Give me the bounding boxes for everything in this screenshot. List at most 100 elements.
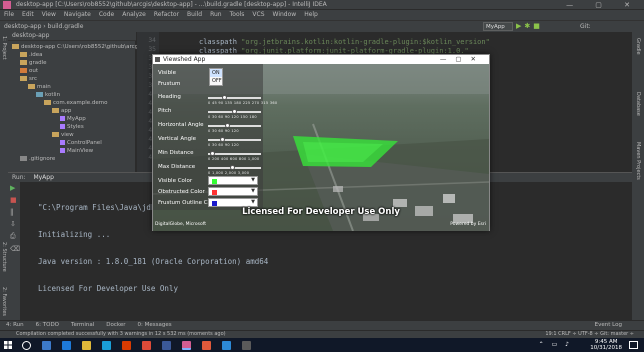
chevron-down-icon: ▼	[251, 199, 255, 205]
menu-help[interactable]: Help	[300, 10, 322, 19]
ide-title-bar: desktop-app [C:\Users\rob8552\github\arc…	[0, 0, 644, 10]
viewshed-app-window[interactable]: Viewshed App —▢✕ Visible Frustum Heading…	[152, 54, 490, 231]
menu-view[interactable]: View	[38, 10, 60, 19]
java-icon[interactable]	[242, 341, 251, 350]
menu-file[interactable]: File	[0, 10, 18, 19]
tab-messages[interactable]: 0: Messages	[132, 321, 178, 329]
obstructed-color-picker[interactable]: ▼	[208, 187, 258, 196]
notifications-icon[interactable]	[629, 341, 638, 349]
menu-edit[interactable]: Edit	[18, 10, 38, 19]
slider-knob[interactable]	[221, 95, 227, 100]
folder-icon	[20, 68, 27, 73]
console-line: Initializing ...	[38, 230, 111, 239]
stop-icon[interactable]: ■	[8, 194, 20, 206]
app-icon[interactable]	[162, 341, 171, 350]
package-icon	[52, 132, 59, 137]
run-toolbar: ▶ ■ ‖ ⇩ ⎙ ⌫	[8, 182, 20, 321]
min-distance-ticks: 0 200 400 600 800 1,000	[208, 157, 260, 161]
run-configuration-select[interactable]: MyApp	[483, 22, 513, 31]
menu-analyze[interactable]: Analyze	[118, 10, 150, 19]
menu-tools[interactable]: Tools	[226, 10, 249, 19]
pitch-slider[interactable]	[208, 109, 261, 114]
app-icon[interactable]	[202, 341, 211, 350]
menu-vcs[interactable]: VCS	[248, 10, 268, 19]
store-icon[interactable]	[102, 341, 111, 350]
windows-start-icon[interactable]	[4, 341, 12, 349]
heading-slider[interactable]	[208, 95, 261, 100]
run-tab-myapp[interactable]: MyApp	[33, 174, 53, 181]
database-tool-tab[interactable]: Database	[635, 92, 641, 116]
console-line: Licensed For Developer Use Only	[38, 284, 178, 293]
control-panel: Visible Frustum Heading 0 45 90 135 180 …	[153, 64, 277, 210]
max-distance-slider[interactable]	[208, 165, 261, 170]
chrome-icon[interactable]	[142, 341, 151, 350]
search-icon[interactable]	[22, 341, 31, 350]
system-tray[interactable]: ⌃ ▭ ♪	[539, 341, 572, 348]
color-swatch	[212, 190, 217, 195]
intellij-taskbar-icon[interactable]	[182, 341, 191, 350]
app-icon[interactable]	[222, 341, 231, 350]
max-distance-ticks: 0 1,000 2,000 3,000	[208, 171, 250, 175]
maven-tool-tab[interactable]: Maven Projects	[635, 142, 641, 180]
dropdown-option-off[interactable]: OFF	[210, 77, 222, 85]
folder-icon	[36, 92, 43, 97]
scene-view[interactable]: Visible Frustum Heading 0 45 90 135 180 …	[153, 64, 489, 231]
event-log-tab[interactable]: Event Log	[589, 321, 628, 329]
horizontal-angle-slider[interactable]	[208, 123, 261, 128]
slider-knob[interactable]	[232, 109, 237, 114]
rerun-icon[interactable]: ▶	[8, 182, 20, 194]
status-message[interactable]: Compilation completed successfully with …	[16, 331, 226, 337]
print-icon[interactable]: ⎙	[8, 230, 20, 243]
task-view-icon[interactable]	[42, 341, 51, 350]
dropdown-option-on[interactable]: ON	[210, 69, 222, 77]
breadcrumb[interactable]: desktop-app › build.gradle	[4, 23, 83, 30]
vertical-angle-slider[interactable]	[208, 137, 261, 142]
menu-refactor[interactable]: Refactor	[150, 10, 183, 19]
office-icon[interactable]	[122, 341, 131, 350]
menu-build[interactable]: Build	[183, 10, 206, 19]
clock[interactable]: 9:45 AM 10/31/2018	[590, 339, 622, 351]
clear-icon[interactable]: ⌫	[8, 243, 20, 255]
project-panel: desktop-app desktop-app C:\Users\rob8552…	[8, 32, 179, 172]
menu-code[interactable]: Code	[95, 10, 118, 19]
left-tool-strip: 1: Project 2: Structure 2: Favorites	[0, 32, 8, 320]
slider-knob[interactable]	[224, 123, 230, 128]
tab-terminal[interactable]: Terminal	[65, 321, 100, 329]
menu-navigate[interactable]: Navigate	[60, 10, 95, 19]
file-explorer-icon[interactable]	[82, 341, 91, 350]
run-label: Run:	[12, 174, 26, 181]
tab-run[interactable]: 4: Run	[0, 321, 30, 329]
window-controls[interactable]: — ▢ ✕	[566, 1, 640, 9]
run-debug-icons[interactable]: ▶✱■	[516, 22, 543, 30]
slider-knob[interactable]	[229, 165, 235, 170]
chevron-down-icon: ▼	[251, 177, 255, 183]
folder-icon	[28, 84, 35, 89]
pause-icon[interactable]: ‖	[8, 206, 20, 218]
status-right[interactable]: 19:1 CRLF ÷ UTF-8 ÷ Git: master ÷	[545, 331, 634, 337]
slider-knob[interactable]	[210, 151, 216, 156]
scroll-to-end-icon[interactable]: ⇩	[8, 218, 20, 230]
gradle-tool-tab[interactable]: Gradle	[635, 38, 641, 55]
powered-by-esri: Powered by Esri	[450, 222, 486, 227]
console-line: Java version : 1.8.0_181 (Oracle Corpora…	[38, 257, 269, 266]
tab-docker[interactable]: Docker	[100, 321, 131, 329]
viewshed-window-controls[interactable]: —▢✕	[440, 55, 485, 64]
right-tool-strip: Gradle Database Maven Projects	[632, 32, 644, 320]
visible-dropdown[interactable]: ON OFF	[209, 68, 223, 86]
tab-todo[interactable]: 6: TODO	[30, 321, 65, 329]
pitch-ticks: 0 30 60 90 120 150 180	[208, 115, 257, 119]
menu-run[interactable]: Run	[206, 10, 226, 19]
visible-color-picker[interactable]: ▼	[208, 176, 258, 185]
menu-bar: File Edit View Navigate Code Analyze Refactor B…	[0, 10, 644, 20]
menu-window[interactable]: Window	[269, 10, 301, 19]
edge-icon[interactable]	[62, 341, 71, 350]
bottom-tool-tabs: 4: Run 6: TODO Terminal Docker 0: Messages E…	[0, 320, 644, 330]
min-distance-slider[interactable]	[208, 151, 261, 156]
frustum-outline-color-picker[interactable]: ▼	[208, 198, 258, 207]
project-tool-tab[interactable]: 1: Project	[1, 36, 7, 60]
slider-knob[interactable]	[220, 137, 225, 142]
favorites-tool-tab[interactable]: 2: Favorites	[1, 287, 7, 316]
navigation-toolbar: desktop-app › build.gradle MyApp ▶✱■ Git…	[0, 20, 644, 32]
kotlin-file-icon	[60, 124, 65, 129]
structure-tool-tab[interactable]: 2: Structure	[1, 242, 7, 272]
